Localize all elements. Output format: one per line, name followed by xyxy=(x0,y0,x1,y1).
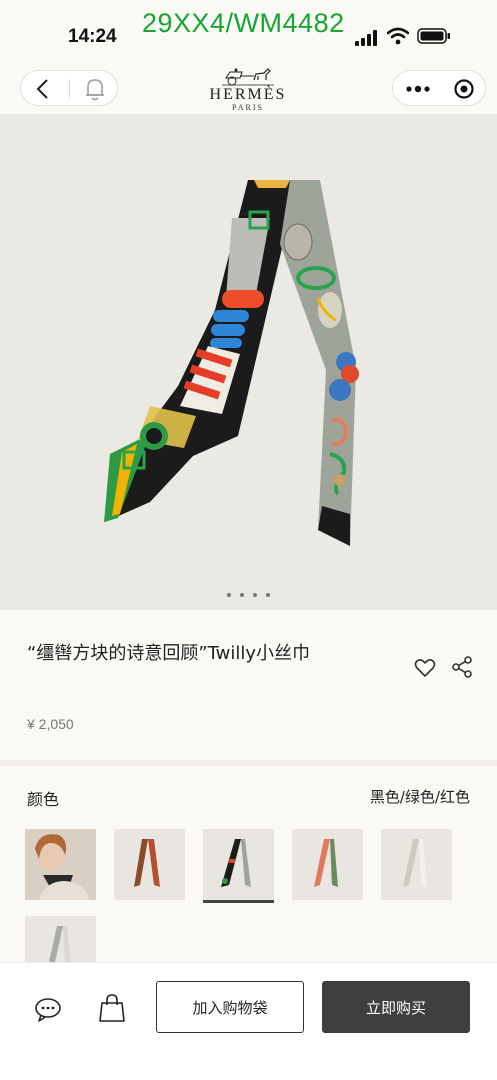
color-swatch-brown-red[interactable] xyxy=(114,829,185,900)
pagination-dot xyxy=(266,593,270,597)
battery-icon xyxy=(417,28,450,44)
carriage-logo-icon xyxy=(222,68,274,86)
product-title: “缰辔方块的诗意回顾”Twilly小丝巾 xyxy=(27,643,311,664)
brand-name: HERMÈS xyxy=(209,86,287,103)
pagination-dot xyxy=(227,593,231,597)
pagination-dot xyxy=(240,593,244,597)
wifi-icon xyxy=(387,27,409,45)
color-selector: 颜色 黑色/绿色/红色 xyxy=(0,766,497,962)
capsule-divider xyxy=(69,79,70,99)
color-swatch-grey[interactable] xyxy=(25,916,96,962)
product-price: ¥ 2,050 xyxy=(27,716,74,732)
product-image xyxy=(104,180,359,546)
nav-right-capsule xyxy=(392,70,486,106)
color-swatch-model[interactable] xyxy=(25,829,96,900)
shopping-bag-icon[interactable] xyxy=(98,993,126,1023)
brand-city: PARIS xyxy=(232,103,264,112)
watermark-text: 29XX4/WM4482 xyxy=(142,8,345,38)
more-dots-icon[interactable] xyxy=(405,79,431,99)
bottom-action-bar: 加入购物袋 立即购买 xyxy=(0,962,497,1080)
add-to-cart-button[interactable]: 加入购物袋 xyxy=(156,981,304,1033)
product-image-gallery[interactable] xyxy=(0,114,497,610)
buy-now-button[interactable]: 立即购买 xyxy=(322,981,470,1033)
brand-logo: HERMÈS PARIS xyxy=(198,66,298,112)
target-icon[interactable] xyxy=(453,78,475,100)
selected-color-value: 黑色/绿色/红色 xyxy=(369,788,470,806)
gallery-pagination xyxy=(0,590,497,600)
signal-icon xyxy=(355,30,377,46)
pagination-dot xyxy=(253,593,257,597)
bell-icon[interactable] xyxy=(81,75,109,103)
status-time: 14:24 xyxy=(68,26,117,47)
color-swatch-white-grey[interactable] xyxy=(381,829,452,900)
heart-icon[interactable] xyxy=(414,658,436,678)
share-icon[interactable] xyxy=(452,656,472,678)
nav-bar: HERMÈS PARIS xyxy=(0,62,497,114)
chat-icon[interactable] xyxy=(34,997,62,1023)
color-swatch-black-green-red[interactable] xyxy=(203,829,274,903)
status-bar: 14:24 29XX4/WM4482 xyxy=(0,0,497,62)
nav-left-capsule xyxy=(20,70,118,106)
product-info: “缰辔方块的诗意回顾”Twilly小丝巾 ¥ 2,050 xyxy=(0,610,497,760)
color-label: 颜色 xyxy=(27,790,60,809)
chevron-left-icon[interactable] xyxy=(29,77,57,101)
color-swatch-white-red-green[interactable] xyxy=(292,829,363,900)
